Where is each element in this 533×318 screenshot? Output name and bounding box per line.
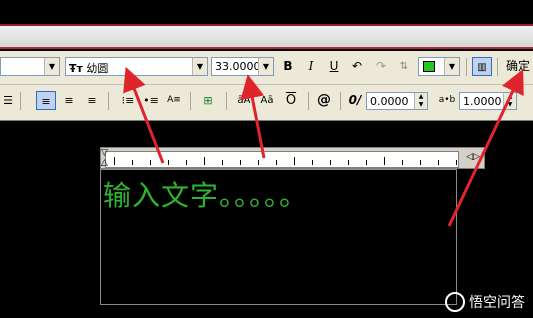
arrow-to-ok bbox=[447, 69, 524, 227]
arrow-to-height bbox=[240, 74, 266, 159]
wukong-logo-icon bbox=[445, 292, 465, 312]
annotation-arrows bbox=[123, 66, 524, 227]
arrow-to-font bbox=[123, 66, 165, 164]
watermark: 悟空问答 bbox=[445, 292, 525, 312]
watermark-label: 悟空问答 bbox=[469, 295, 525, 311]
